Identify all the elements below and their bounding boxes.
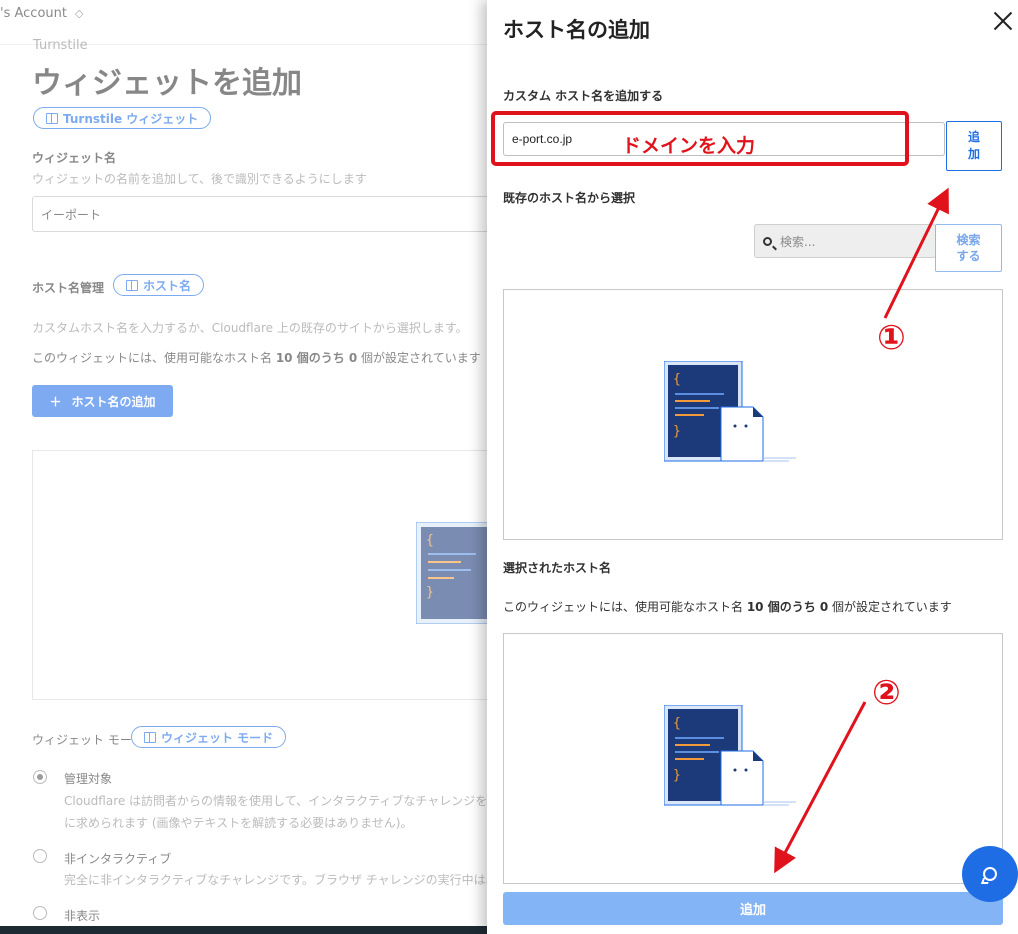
add-hostname-panel: ホスト名の追加 カスタム ホスト名を追加する e-port.co.jp 追加 既…	[487, 0, 1018, 934]
arrow-to-primary-button	[774, 701, 867, 874]
arrow-to-add-button	[883, 187, 949, 319]
annotation-arrows	[774, 187, 949, 874]
chat-button[interactable]	[962, 846, 1018, 902]
modal-backdrop[interactable]	[0, 0, 487, 934]
chat-bubble-icon	[983, 867, 997, 881]
